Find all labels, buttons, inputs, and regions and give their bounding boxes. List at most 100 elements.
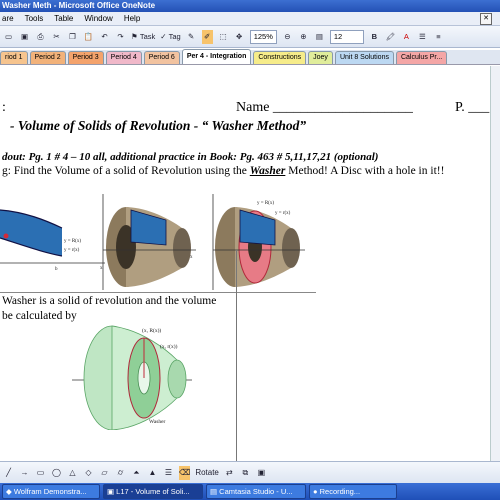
font-color-button[interactable]: A bbox=[401, 30, 412, 44]
undo-icon[interactable]: ↶ bbox=[99, 30, 110, 44]
pen-icon[interactable]: ✎ bbox=[186, 30, 197, 44]
fill-color-icon[interactable]: ▲ bbox=[147, 466, 158, 480]
menu-item-table[interactable]: Table bbox=[54, 14, 73, 23]
instruction-text-b: Method! A Disc with a hole in it!! bbox=[285, 165, 445, 177]
menu-item-help[interactable]: Help bbox=[124, 14, 140, 23]
vertical-scrollbar[interactable] bbox=[490, 66, 500, 461]
region-figure: y = R(x) y = r(x) x b bbox=[0, 209, 105, 272]
standard-toolbar: ▭ ▣ ⎙ ✂ ❐ 📋 ↶ ↷ ⚑ Task ✓ Tag ✎ ✐ ⬚ ✥ 125… bbox=[0, 26, 500, 48]
taskbar-item-recording[interactable]: ● Recording... bbox=[309, 484, 397, 499]
point-marker bbox=[3, 233, 9, 239]
label-point-big: (x, R(x)) bbox=[142, 327, 161, 334]
washer-description-1: Washer is a solid of revolution and the … bbox=[2, 295, 217, 307]
task-button[interactable]: ⚑ Task bbox=[131, 30, 155, 44]
tab-3[interactable]: Period 4 bbox=[105, 51, 142, 64]
taskbar-item-wolfram[interactable]: ◆ Wolfram Demonstra... bbox=[2, 484, 100, 499]
taskbar-label-0: Wolfram Demonstra... bbox=[13, 487, 87, 496]
tab-5[interactable]: Per 4 - Integration bbox=[181, 49, 252, 64]
note-page[interactable]: : Name ____________________ P. ___ - Vol… bbox=[0, 66, 500, 461]
numbering-icon[interactable]: ≡ bbox=[433, 30, 444, 44]
menu-item-window[interactable]: Window bbox=[84, 14, 112, 23]
cone-tool-icon[interactable]: ⏶ bbox=[131, 466, 142, 480]
tab-9[interactable]: Calculus Pr... bbox=[395, 51, 448, 64]
erase-tool-icon[interactable]: ⌫ bbox=[179, 465, 191, 480]
label-axis-b: b bbox=[55, 267, 58, 272]
page-heading: - Volume of Solids of Revolution - “ Was… bbox=[10, 118, 307, 133]
taskbar-label-2: Camtasia Studio - U... bbox=[219, 487, 293, 496]
tab-0[interactable]: riod 1 bbox=[0, 51, 28, 64]
line-style-icon[interactable]: ☰ bbox=[163, 466, 174, 480]
title-colon: : bbox=[2, 100, 6, 115]
cylinder-tool-icon[interactable]: ⌭ bbox=[115, 466, 126, 480]
washer-description-2: be calculated by bbox=[2, 310, 77, 322]
bullets-icon[interactable]: ☰ bbox=[417, 30, 428, 44]
tab-2[interactable]: Period 3 bbox=[67, 51, 104, 64]
tag-button[interactable]: ✓ Tag bbox=[160, 30, 180, 44]
arrange-icon[interactable]: ⧉ bbox=[240, 466, 251, 480]
task-label: Task bbox=[139, 32, 156, 41]
line-tool-icon[interactable]: ╱ bbox=[3, 466, 14, 480]
redo-icon[interactable]: ↷ bbox=[115, 30, 126, 44]
select-icon[interactable]: ⬚ bbox=[218, 30, 229, 44]
label-point-small: (x, r(x)) bbox=[160, 343, 178, 350]
cut-icon[interactable]: ✂ bbox=[51, 30, 62, 44]
rotate-button[interactable]: Rotate bbox=[195, 466, 219, 480]
taskbar-item-camtasia[interactable]: ▤ Camtasia Studio - U... bbox=[206, 484, 306, 499]
period-field-label: P. ___ bbox=[455, 100, 490, 115]
menu-item-tools[interactable]: Tools bbox=[25, 14, 44, 23]
tag-label: Tag bbox=[168, 32, 181, 41]
new-page-icon[interactable]: ▭ bbox=[3, 30, 14, 44]
zoom-out-icon[interactable]: ⊖ bbox=[282, 30, 293, 44]
washer-solid-figure: y = R(x) y = r(x) bbox=[212, 194, 305, 290]
instruction-line: g: Find the Volume of a solid of Revolut… bbox=[2, 165, 444, 177]
page-divider-vertical bbox=[236, 250, 237, 461]
region-shape bbox=[0, 210, 62, 256]
paste-icon[interactable]: 📋 bbox=[83, 30, 94, 44]
rotating-region bbox=[130, 209, 167, 246]
arrow-tool-icon[interactable]: → bbox=[19, 466, 30, 480]
label-axis-x-2: x bbox=[190, 255, 193, 260]
instruction-washer-word: Washer bbox=[249, 165, 286, 177]
section-tabs: riod 1 Period 2 Period 3 Period 4 Period 6 Pe… bbox=[0, 49, 500, 65]
taskbar: ◆ Wolfram Demonstra... ▣ L17 - Volume of… bbox=[0, 483, 500, 500]
rectangle-tool-icon[interactable]: ▭ bbox=[35, 466, 46, 480]
triangle-tool-icon[interactable]: △ bbox=[67, 466, 78, 480]
group-icon[interactable]: ▣ bbox=[256, 466, 267, 480]
save-icon[interactable]: ▣ bbox=[19, 30, 30, 44]
handout-line: dout: Pg. 1 # 4 – 10 all, additional pra… bbox=[2, 151, 379, 163]
tab-1[interactable]: Period 2 bbox=[29, 51, 66, 64]
pan-icon[interactable]: ✥ bbox=[234, 30, 245, 44]
flip-icon[interactable]: ⇄ bbox=[224, 466, 235, 480]
highlight-color-icon[interactable]: 🖍 bbox=[385, 30, 396, 44]
text-box-icon[interactable]: ▤ bbox=[314, 30, 325, 44]
zoom-in-icon[interactable]: ⊕ bbox=[298, 30, 309, 44]
tab-8[interactable]: Unit 8 Solutions bbox=[334, 51, 394, 64]
window-title: Washer Meth - Microsoft Office OneNote bbox=[2, 1, 156, 10]
highlighter-icon[interactable]: ✐ bbox=[201, 29, 213, 44]
solid-figure: x bbox=[102, 194, 196, 290]
diamond-tool-icon[interactable]: ◇ bbox=[83, 466, 94, 480]
label-big-r: y = R(x) bbox=[64, 239, 81, 244]
label-big-r-2: y = R(x) bbox=[257, 201, 274, 206]
instruction-text-a: g: Find the Volume of a solid of Revolut… bbox=[2, 165, 250, 177]
menu-item-file[interactable]: are bbox=[2, 14, 14, 23]
parallelogram-tool-icon[interactable]: ▱ bbox=[99, 466, 110, 480]
label-small-r-2: y = r(x) bbox=[275, 211, 291, 216]
washer-diagram: (x, R(x)) (x, r(x)) Washer bbox=[72, 325, 192, 430]
name-field-label: Name ____________________ bbox=[236, 100, 413, 115]
drawing-toolbar: ╱ → ▭ ◯ △ ◇ ▱ ⌭ ⏶ ▲ ☰ ⌫ Rotate ⇄ ⧉ ▣ bbox=[0, 461, 500, 483]
label-washer: Washer bbox=[149, 419, 166, 425]
taskbar-item-onenote[interactable]: ▣ L17 - Volume of Soli... bbox=[103, 484, 203, 499]
copy-icon[interactable]: ❐ bbox=[67, 30, 78, 44]
tab-6[interactable]: Constructions bbox=[253, 51, 307, 64]
bold-button[interactable]: B bbox=[369, 30, 380, 44]
tab-4[interactable]: Period 6 bbox=[143, 51, 180, 64]
menu-bar: are Tools Table Window Help ✕ bbox=[0, 12, 500, 26]
print-icon[interactable]: ⎙ bbox=[35, 30, 46, 44]
tab-7[interactable]: Joey bbox=[308, 51, 333, 64]
ellipse-tool-icon[interactable]: ◯ bbox=[51, 466, 62, 480]
label-small-r: y = r(x) bbox=[64, 248, 80, 253]
zoom-field[interactable]: 125% bbox=[249, 29, 277, 44]
font-size-field[interactable]: 12 bbox=[329, 29, 364, 44]
close-icon[interactable]: ✕ bbox=[480, 12, 492, 25]
